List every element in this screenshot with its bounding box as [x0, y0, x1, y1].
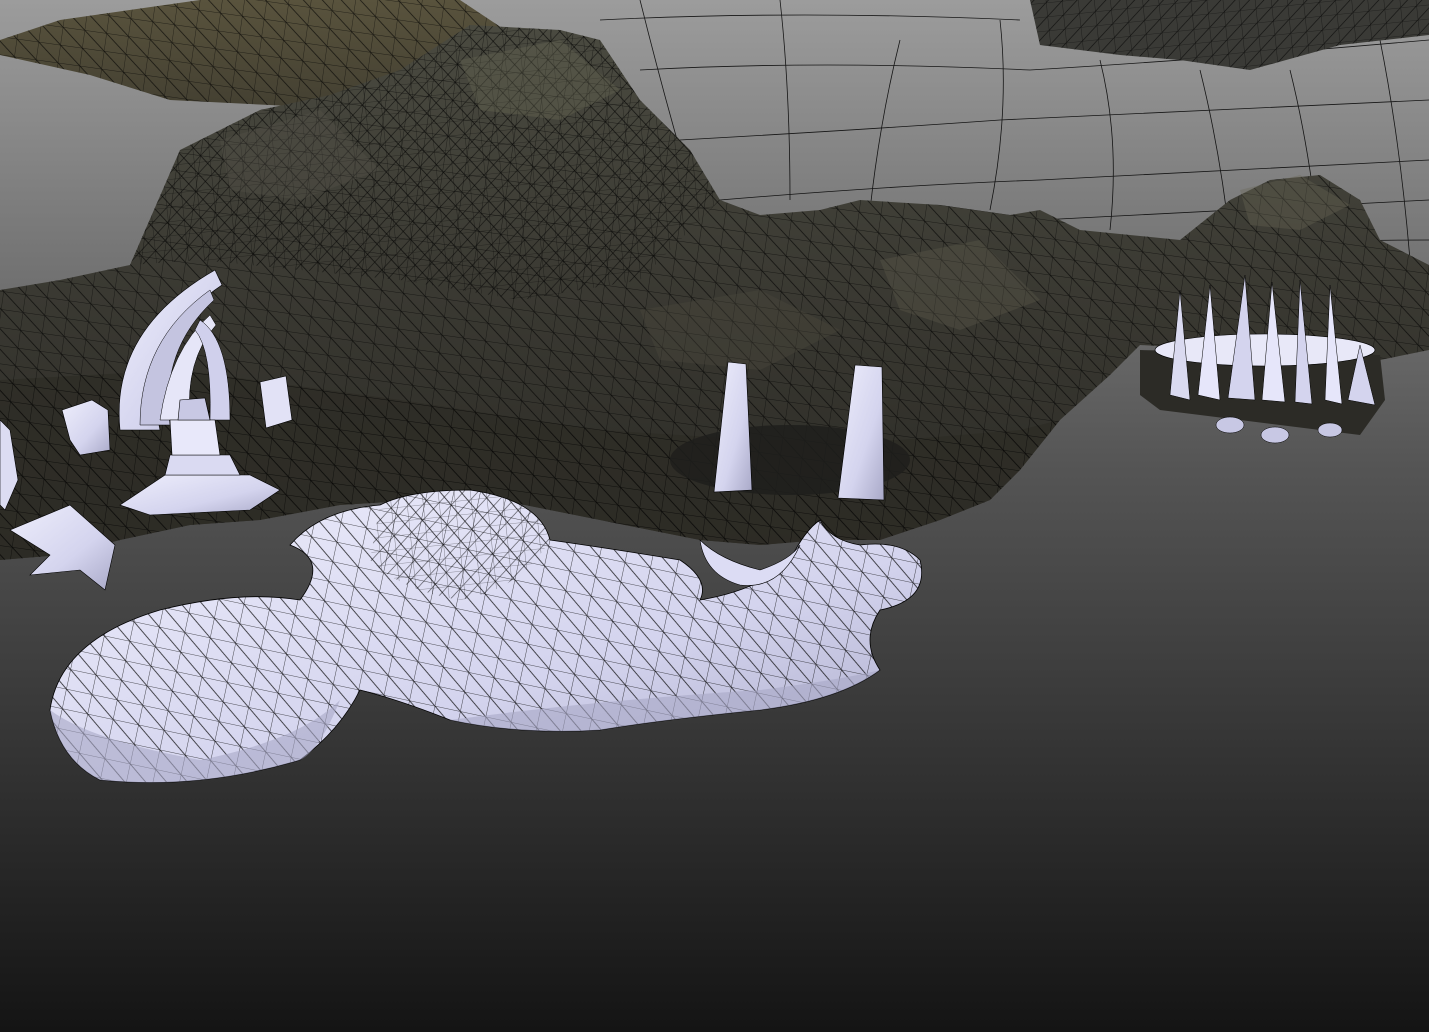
3d-viewport[interactable] — [0, 0, 1429, 1032]
wireframe-scene[interactable] — [0, 0, 1429, 1032]
